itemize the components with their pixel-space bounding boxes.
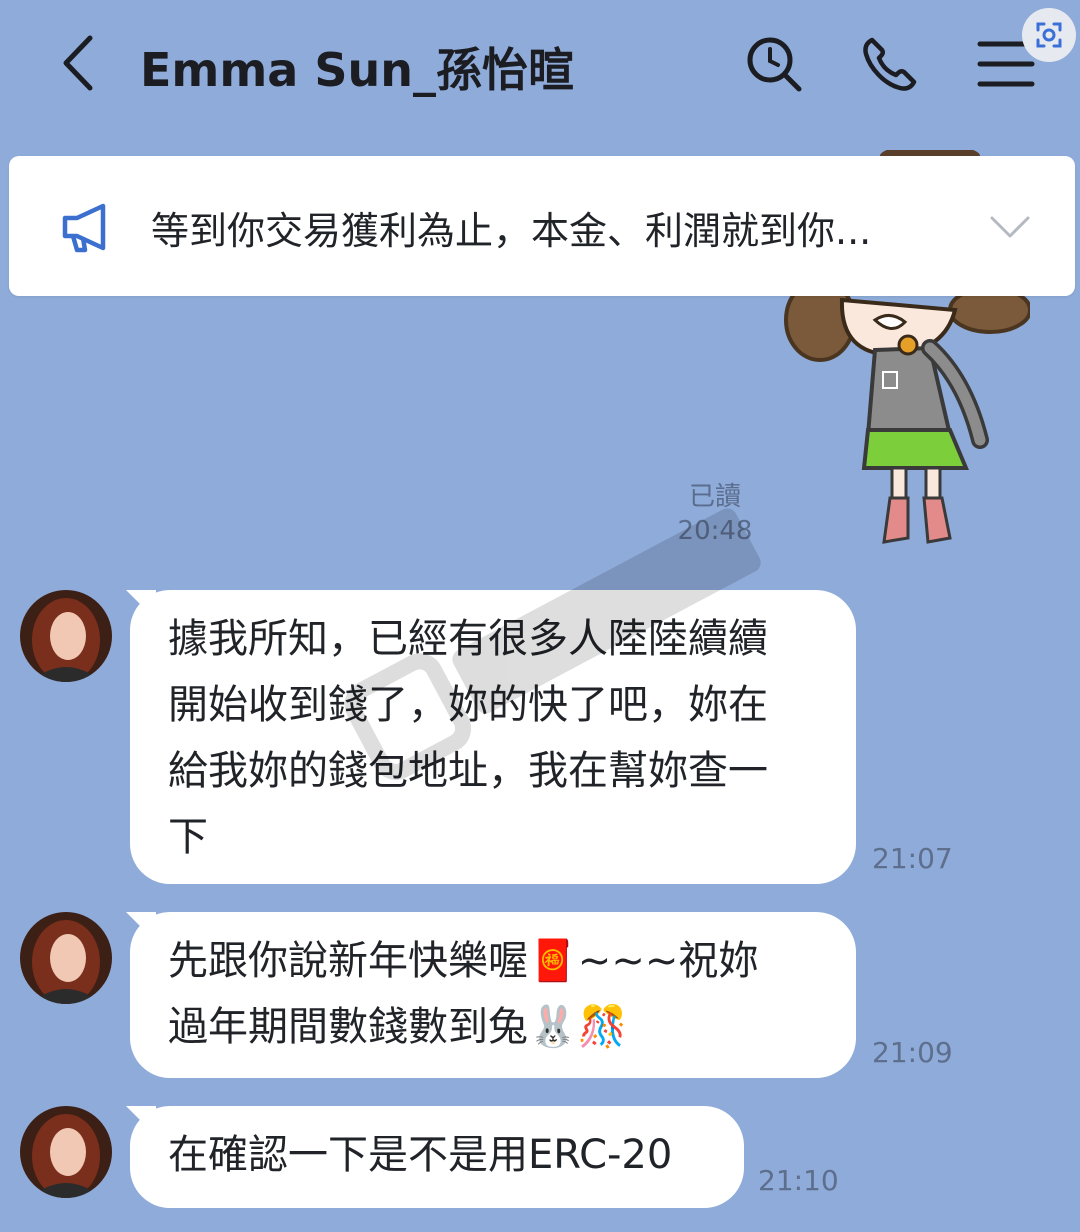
search-icon[interactable] xyxy=(742,32,806,96)
message-line: 開始收到錢了，妳的快了吧，妳在 xyxy=(168,682,768,728)
chat-title: Emma Sun_孫怡暄 xyxy=(140,43,574,97)
announcement-bar[interactable]: 等到你交易獲利為止，本金、利潤就到你... xyxy=(9,156,1075,296)
chevron-left-icon[interactable] xyxy=(52,28,112,98)
message-bubble[interactable]: 先跟你說新年快樂喔🧧~~~祝妳 過年期間數錢數到兔🐰🎊 xyxy=(130,912,856,1078)
message-line: 據我所知，已經有很多人陸陸續續 xyxy=(168,616,768,662)
avatar-image xyxy=(20,1106,112,1198)
message-line: 先跟你說新年快樂喔🧧~~~祝妳 xyxy=(168,938,759,984)
scan-button[interactable] xyxy=(1022,8,1076,62)
scan-icon xyxy=(1036,22,1062,48)
read-status: 已讀 20:48 xyxy=(660,480,770,548)
message-line: 給我妳的錢包地址，我在幫妳查一 xyxy=(168,748,768,794)
avatar-image xyxy=(20,912,112,1004)
megaphone-icon xyxy=(62,203,106,253)
read-label: 已讀 xyxy=(688,482,741,512)
announcement-text: 等到你交易獲利為止，本金、利潤就到你... xyxy=(151,209,872,253)
phone-icon[interactable] xyxy=(858,32,922,96)
avatar-image xyxy=(20,590,112,682)
message-bubble[interactable]: 在確認一下是不是用ERC-20 xyxy=(130,1106,744,1208)
message-time: 21:10 xyxy=(758,1164,839,1197)
message-line: 在確認一下是不是用ERC-20 xyxy=(168,1132,673,1178)
chevron-down-icon[interactable] xyxy=(988,204,1032,248)
message-time: 21:09 xyxy=(872,1036,953,1069)
read-time: 20:48 xyxy=(677,516,753,546)
chat-header: Emma Sun_孫怡暄 xyxy=(0,0,1080,130)
message-line: 下 xyxy=(168,814,208,860)
message-line: 過年期間數錢數到兔🐰🎊 xyxy=(168,1004,628,1050)
message-bubble[interactable]: 據我所知，已經有很多人陸陸續續 開始收到錢了，妳的快了吧，妳在 給我妳的錢包地址… xyxy=(130,590,856,884)
avatar[interactable] xyxy=(20,590,112,682)
avatar[interactable] xyxy=(20,912,112,1004)
message-time: 21:07 xyxy=(872,842,953,875)
avatar[interactable] xyxy=(20,1106,112,1198)
